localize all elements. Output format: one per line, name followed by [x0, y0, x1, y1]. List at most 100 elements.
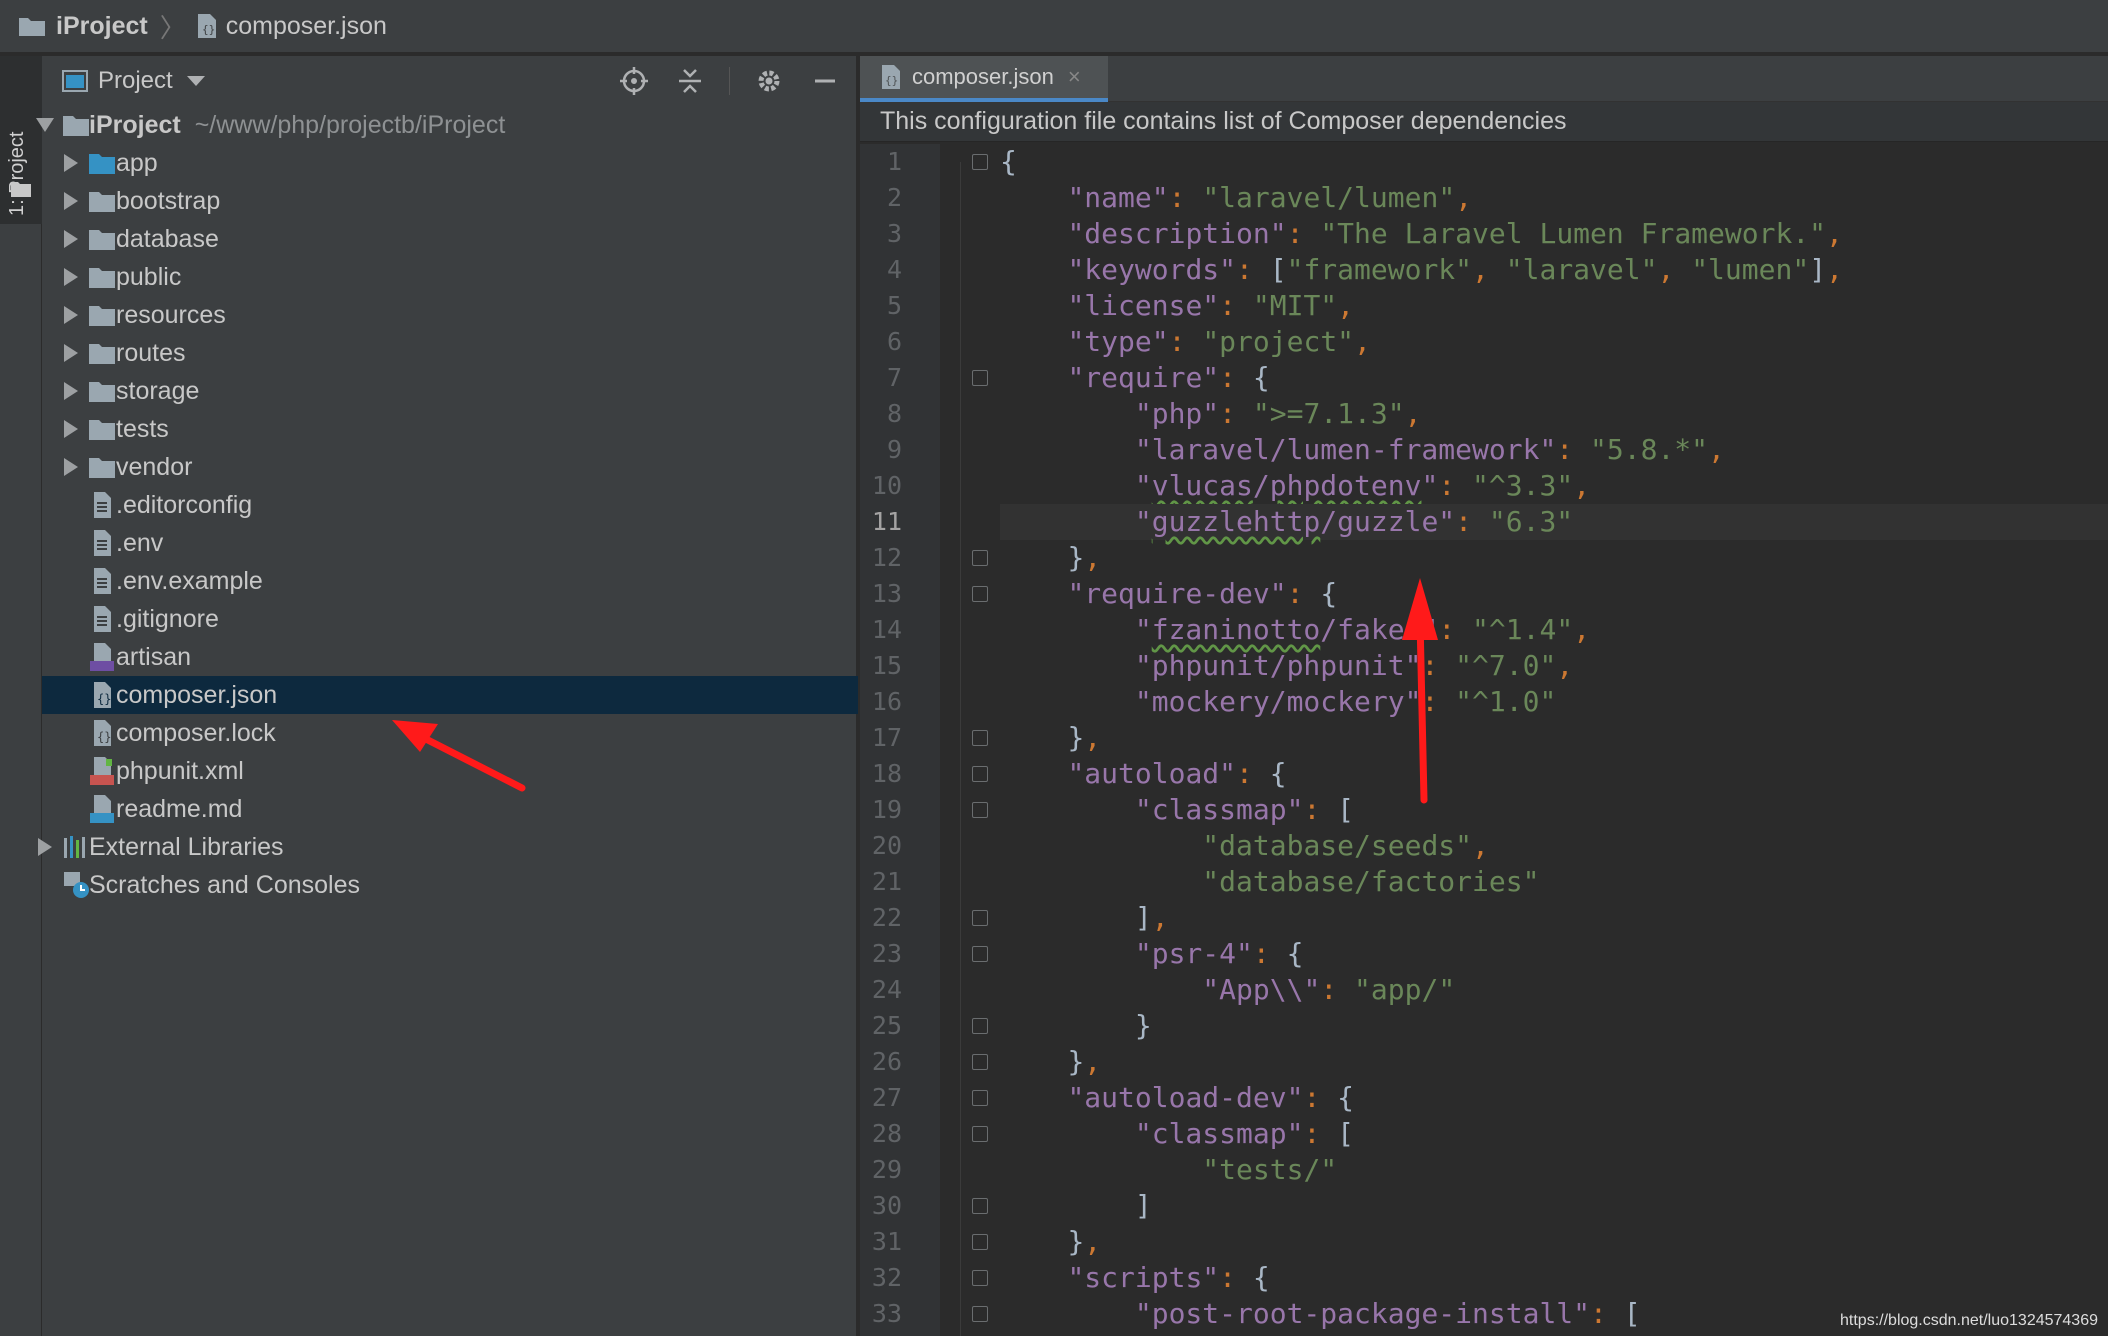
fold-icon[interactable]	[972, 910, 988, 926]
chevron-right-icon[interactable]	[64, 420, 78, 438]
watermark: https://blog.csdn.net/luo1324574369	[1840, 1312, 2098, 1329]
close-icon[interactable]: ×	[1068, 64, 1081, 90]
fold-icon[interactable]	[972, 802, 988, 818]
file-label: composer.lock	[116, 718, 276, 747]
tree-folder-app[interactable]: app	[42, 144, 858, 182]
folder-icon	[89, 192, 115, 212]
markdown-file-icon	[90, 795, 114, 823]
breadcrumb-file[interactable]: {} composer.json	[196, 12, 387, 41]
fold-icon[interactable]	[972, 1126, 988, 1142]
fold-icon[interactable]	[972, 766, 988, 782]
file-label: .env.example	[116, 566, 263, 595]
tree-folder-resources[interactable]: resources	[42, 296, 858, 334]
tree-folder-database[interactable]: database	[42, 220, 858, 258]
chevron-right-icon[interactable]	[64, 458, 78, 476]
code-line-current: "guzzlehttp/guzzle": "6.3"	[1000, 504, 2108, 540]
tree-scratches-consoles[interactable]: Scratches and Consoles	[42, 866, 858, 904]
code-line: "psr-4": {	[1134, 937, 1304, 970]
fold-icon[interactable]	[972, 946, 988, 962]
folder-label: storage	[116, 376, 200, 405]
chevron-right-icon[interactable]	[64, 192, 78, 210]
code-line: ],	[1134, 901, 1169, 934]
tree-folder-vendor[interactable]: vendor	[42, 448, 858, 486]
line-number: 23	[871, 939, 902, 968]
fold-icon[interactable]	[972, 1234, 988, 1250]
line-number: 2	[886, 183, 902, 212]
project-tool-tab[interactable]: 1: Project	[0, 56, 42, 224]
root-path: ~/www/php/projectb/iProject	[194, 110, 506, 139]
caret-down-icon[interactable]	[186, 76, 205, 86]
code-line: "fzaninotto/faker": "^1.4",	[1134, 613, 1591, 646]
folder-label: tests	[116, 414, 169, 443]
fold-icon[interactable]	[972, 154, 988, 170]
line-number: 19	[871, 795, 902, 824]
gear-icon[interactable]	[752, 64, 786, 98]
code-line: "mockery/mockery": "^1.0"	[1134, 685, 1557, 718]
tree-folder-tests[interactable]: tests	[42, 410, 858, 448]
tree-file-env[interactable]: .env	[42, 524, 858, 562]
chevron-right-icon[interactable]	[64, 154, 78, 172]
fold-icon[interactable]	[972, 1198, 988, 1214]
fold-icon[interactable]	[972, 586, 988, 602]
fold-icon[interactable]	[972, 1090, 988, 1106]
line-number: 32	[871, 1263, 902, 1292]
locate-icon[interactable]	[617, 64, 651, 98]
code-line: "php": ">=7.1.3",	[1134, 397, 1422, 430]
text-file-icon	[94, 530, 111, 556]
chevron-right-icon[interactable]	[64, 268, 78, 286]
hide-panel-icon[interactable]	[808, 64, 842, 98]
folder-icon	[89, 420, 115, 440]
tree-file-env-example[interactable]: .env.example	[42, 562, 858, 600]
folder-label: bootstrap	[116, 186, 221, 215]
view-selector-title[interactable]: Project	[98, 67, 173, 95]
code-line: },	[1067, 721, 1102, 754]
line-number: 16	[871, 687, 902, 716]
tree-folder-storage[interactable]: storage	[42, 372, 858, 410]
code-line: {	[1000, 145, 1017, 178]
chevron-right-icon[interactable]	[64, 306, 78, 324]
fold-icon[interactable]	[972, 370, 988, 386]
tree-external-libraries[interactable]: External Libraries	[38, 828, 858, 866]
xml-file-icon	[90, 757, 114, 785]
line-number: 29	[871, 1155, 902, 1184]
fold-gutter	[940, 144, 1000, 1336]
svg-text:{}: {}	[885, 74, 898, 87]
breadcrumb-project[interactable]: iProject	[18, 12, 148, 41]
fold-icon[interactable]	[972, 730, 988, 746]
svg-text:{}: {}	[97, 692, 111, 706]
chevron-down-icon[interactable]	[36, 118, 54, 132]
tab-composer-json[interactable]: {} composer.json ×	[860, 56, 1108, 102]
line-number: 20	[871, 831, 902, 860]
line-number-current: 11	[871, 507, 902, 536]
tree-folder-routes[interactable]: routes	[42, 334, 858, 372]
external-libraries-label: External Libraries	[89, 832, 284, 861]
code-line: }	[1134, 1009, 1152, 1042]
fold-icon[interactable]	[972, 550, 988, 566]
line-number: 18	[871, 759, 902, 788]
tab-label: composer.json	[912, 64, 1054, 89]
tree-folder-bootstrap[interactable]: bootstrap	[42, 182, 858, 220]
fold-icon[interactable]	[972, 1270, 988, 1286]
collapse-all-icon[interactable]	[673, 64, 707, 98]
chevron-right-icon[interactable]	[64, 344, 78, 362]
file-label: phpunit.xml	[116, 756, 244, 785]
chevron-right-icon[interactable]	[64, 382, 78, 400]
tree-file-gitignore[interactable]: .gitignore	[42, 600, 858, 638]
fold-icon[interactable]	[972, 1306, 988, 1322]
chevron-right-icon[interactable]	[38, 838, 52, 856]
fold-icon[interactable]	[972, 1018, 988, 1034]
navigation-breadcrumb: iProject 〉 {} composer.json	[0, 0, 2108, 54]
tree-root-iproject[interactable]: iProject ~/www/php/projectb/iProject	[36, 106, 858, 144]
scratches-icon	[64, 872, 89, 898]
code-line: ]	[1134, 1189, 1152, 1222]
code-line: "classmap": [	[1134, 1117, 1355, 1150]
chevron-right-icon: 〉	[159, 12, 186, 43]
tree-file-editorconfig[interactable]: .editorconfig	[42, 486, 858, 524]
tree-folder-public[interactable]: public	[42, 258, 858, 296]
chevron-right-icon[interactable]	[64, 230, 78, 248]
code-line: "require": {	[1067, 361, 1270, 394]
divider	[729, 67, 730, 95]
fold-icon[interactable]	[972, 1054, 988, 1070]
code-area[interactable]: 1 2 3 4 5 6 7 8 9 10 11 12 13 14 15 16 1…	[860, 144, 2108, 1336]
tree-file-artisan[interactable]: artisan	[42, 638, 858, 676]
